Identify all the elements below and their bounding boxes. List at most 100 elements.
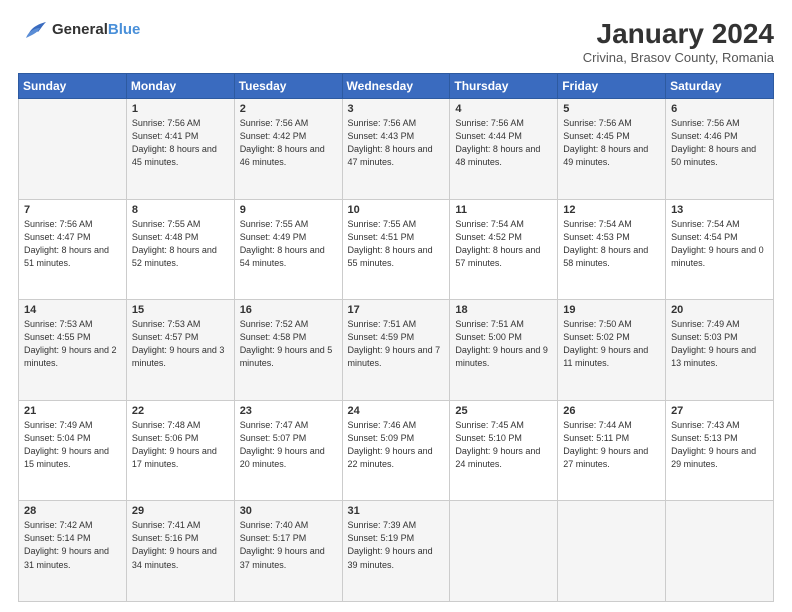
- day-number: 3: [348, 103, 445, 115]
- calendar-week-row: 14 Sunrise: 7:53 AMSunset: 4:55 PMDayligh…: [19, 300, 774, 401]
- day-info: Sunrise: 7:55 AMSunset: 4:51 PMDaylight:…: [348, 218, 445, 270]
- day-info: Sunrise: 7:53 AMSunset: 4:55 PMDaylight:…: [24, 318, 121, 370]
- day-number: 11: [455, 204, 552, 216]
- logo-icon: [18, 18, 48, 42]
- calendar-day-cell: 31 Sunrise: 7:39 AMSunset: 5:19 PMDayligh…: [342, 501, 450, 602]
- calendar-day-cell: 29 Sunrise: 7:41 AMSunset: 5:16 PMDayligh…: [126, 501, 234, 602]
- calendar-week-row: 28 Sunrise: 7:42 AMSunset: 5:14 PMDayligh…: [19, 501, 774, 602]
- day-info: Sunrise: 7:56 AMSunset: 4:46 PMDaylight:…: [671, 117, 768, 169]
- calendar-day-cell: 24Sunrise: 7:46 AMSunset: 5:09 PMDayligh…: [342, 400, 450, 501]
- day-info: Sunrise: 7:56 AMSunset: 4:47 PMDaylight:…: [24, 218, 121, 270]
- calendar-day-header: Sunday: [19, 74, 127, 99]
- calendar-day-cell: 13 Sunrise: 7:54 AMSunset: 4:54 PMDayligh…: [666, 199, 774, 300]
- day-number: 22: [132, 405, 229, 417]
- day-number: 17: [348, 304, 445, 316]
- calendar-week-row: 21 Sunrise: 7:49 AMSunset: 5:04 PMDayligh…: [19, 400, 774, 501]
- title-block: January 2024 Crivina, Brasov County, Rom…: [583, 18, 774, 65]
- logo-text: GeneralBlue: [52, 21, 140, 39]
- day-number: 12: [563, 204, 660, 216]
- day-number: 27: [671, 405, 768, 417]
- day-number: 6: [671, 103, 768, 115]
- day-info: Sunrise: 7:47 AMSunset: 5:07 PMDaylight:…: [240, 419, 337, 471]
- day-number: 4: [455, 103, 552, 115]
- day-info: Sunrise: 7:39 AMSunset: 5:19 PMDaylight:…: [348, 519, 445, 571]
- day-info: Sunrise: 7:55 AMSunset: 4:48 PMDaylight:…: [132, 218, 229, 270]
- day-number: 15: [132, 304, 229, 316]
- day-info: Sunrise: 7:55 AMSunset: 4:49 PMDaylight:…: [240, 218, 337, 270]
- page: GeneralBlue January 2024 Crivina, Brasov…: [0, 0, 792, 612]
- day-number: 26: [563, 405, 660, 417]
- day-info: Sunrise: 7:44 AMSunset: 5:11 PMDaylight:…: [563, 419, 660, 471]
- day-number: 19: [563, 304, 660, 316]
- day-info: Sunrise: 7:51 AMSunset: 5:00 PMDaylight:…: [455, 318, 552, 370]
- calendar-week-row: 7 Sunrise: 7:56 AMSunset: 4:47 PMDaylight…: [19, 199, 774, 300]
- day-number: 25: [455, 405, 552, 417]
- calendar-day-cell: 16 Sunrise: 7:52 AMSunset: 4:58 PMDayligh…: [234, 300, 342, 401]
- calendar-day-cell: 10Sunrise: 7:55 AMSunset: 4:51 PMDayligh…: [342, 199, 450, 300]
- calendar-day-cell: 5 Sunrise: 7:56 AMSunset: 4:45 PMDaylight…: [558, 99, 666, 200]
- day-number: 2: [240, 103, 337, 115]
- day-info: Sunrise: 7:40 AMSunset: 5:17 PMDaylight:…: [240, 519, 337, 571]
- day-number: 18: [455, 304, 552, 316]
- calendar-day-cell: 21 Sunrise: 7:49 AMSunset: 5:04 PMDayligh…: [19, 400, 127, 501]
- day-number: 21: [24, 405, 121, 417]
- day-number: 20: [671, 304, 768, 316]
- calendar-day-header: Monday: [126, 74, 234, 99]
- calendar-day-cell: 15 Sunrise: 7:53 AMSunset: 4:57 PMDayligh…: [126, 300, 234, 401]
- calendar-day-cell: 30 Sunrise: 7:40 AMSunset: 5:17 PMDayligh…: [234, 501, 342, 602]
- day-info: Sunrise: 7:41 AMSunset: 5:16 PMDaylight:…: [132, 519, 229, 571]
- day-number: 28: [24, 505, 121, 517]
- calendar-day-cell: 9 Sunrise: 7:55 AMSunset: 4:49 PMDaylight…: [234, 199, 342, 300]
- day-info: Sunrise: 7:52 AMSunset: 4:58 PMDaylight:…: [240, 318, 337, 370]
- day-info: Sunrise: 7:54 AMSunset: 4:54 PMDaylight:…: [671, 218, 768, 270]
- calendar-day-header: Wednesday: [342, 74, 450, 99]
- calendar-day-cell: [558, 501, 666, 602]
- calendar-day-header: Friday: [558, 74, 666, 99]
- calendar-day-cell: 22 Sunrise: 7:48 AMSunset: 5:06 PMDayligh…: [126, 400, 234, 501]
- day-number: 31: [348, 505, 445, 517]
- day-info: Sunrise: 7:42 AMSunset: 5:14 PMDaylight:…: [24, 519, 121, 571]
- day-number: 8: [132, 204, 229, 216]
- calendar-day-cell: 14 Sunrise: 7:53 AMSunset: 4:55 PMDayligh…: [19, 300, 127, 401]
- day-number: 30: [240, 505, 337, 517]
- day-number: 16: [240, 304, 337, 316]
- day-info: Sunrise: 7:49 AMSunset: 5:04 PMDaylight:…: [24, 419, 121, 471]
- calendar-day-cell: 3 Sunrise: 7:56 AMSunset: 4:43 PMDaylight…: [342, 99, 450, 200]
- calendar-day-cell: 4 Sunrise: 7:56 AMSunset: 4:44 PMDaylight…: [450, 99, 558, 200]
- main-title: January 2024: [583, 18, 774, 50]
- day-info: Sunrise: 7:56 AMSunset: 4:44 PMDaylight:…: [455, 117, 552, 169]
- sub-title: Crivina, Brasov County, Romania: [583, 50, 774, 65]
- day-number: 5: [563, 103, 660, 115]
- calendar-day-cell: [666, 501, 774, 602]
- day-info: Sunrise: 7:54 AMSunset: 4:53 PMDaylight:…: [563, 218, 660, 270]
- calendar-day-header: Saturday: [666, 74, 774, 99]
- calendar-day-cell: 26 Sunrise: 7:44 AMSunset: 5:11 PMDayligh…: [558, 400, 666, 501]
- calendar-day-header: Thursday: [450, 74, 558, 99]
- calendar-day-cell: [19, 99, 127, 200]
- day-info: Sunrise: 7:48 AMSunset: 5:06 PMDaylight:…: [132, 419, 229, 471]
- day-number: 23: [240, 405, 337, 417]
- calendar-day-cell: 20Sunrise: 7:49 AMSunset: 5:03 PMDayligh…: [666, 300, 774, 401]
- day-number: 14: [24, 304, 121, 316]
- day-info: Sunrise: 7:56 AMSunset: 4:41 PMDaylight:…: [132, 117, 229, 169]
- day-number: 7: [24, 204, 121, 216]
- day-number: 29: [132, 505, 229, 517]
- day-info: Sunrise: 7:56 AMSunset: 4:45 PMDaylight:…: [563, 117, 660, 169]
- calendar-day-cell: 2 Sunrise: 7:56 AMSunset: 4:42 PMDaylight…: [234, 99, 342, 200]
- calendar-day-cell: 18 Sunrise: 7:51 AMSunset: 5:00 PMDayligh…: [450, 300, 558, 401]
- day-info: Sunrise: 7:56 AMSunset: 4:43 PMDaylight:…: [348, 117, 445, 169]
- day-info: Sunrise: 7:53 AMSunset: 4:57 PMDaylight:…: [132, 318, 229, 370]
- day-info: Sunrise: 7:56 AMSunset: 4:42 PMDaylight:…: [240, 117, 337, 169]
- calendar-table: SundayMondayTuesdayWednesdayThursdayFrid…: [18, 73, 774, 602]
- day-info: Sunrise: 7:46 AMSunset: 5:09 PMDaylight:…: [348, 419, 445, 471]
- calendar-day-cell: 27Sunrise: 7:43 AMSunset: 5:13 PMDayligh…: [666, 400, 774, 501]
- calendar-day-header: Tuesday: [234, 74, 342, 99]
- day-info: Sunrise: 7:50 AMSunset: 5:02 PMDaylight:…: [563, 318, 660, 370]
- calendar-day-cell: 11Sunrise: 7:54 AMSunset: 4:52 PMDayligh…: [450, 199, 558, 300]
- day-number: 13: [671, 204, 768, 216]
- calendar-day-cell: 6 Sunrise: 7:56 AMSunset: 4:46 PMDaylight…: [666, 99, 774, 200]
- calendar-week-row: 1Sunrise: 7:56 AMSunset: 4:41 PMDaylight…: [19, 99, 774, 200]
- day-info: Sunrise: 7:45 AMSunset: 5:10 PMDaylight:…: [455, 419, 552, 471]
- day-number: 9: [240, 204, 337, 216]
- calendar-day-cell: 28 Sunrise: 7:42 AMSunset: 5:14 PMDayligh…: [19, 501, 127, 602]
